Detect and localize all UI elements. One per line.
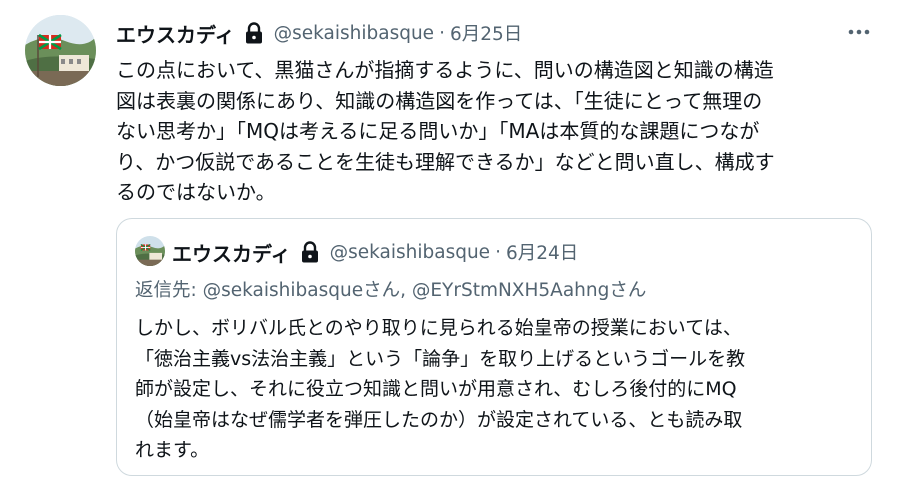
replying-prefix: 返信先: — [135, 280, 203, 301]
tweet-date[interactable]: 6月25日 — [450, 20, 522, 46]
separator-dot: · — [495, 241, 501, 263]
separator-dot: · — [439, 22, 445, 44]
tweet-text-line: この点において、黒猫さんが指摘するように、問いの構造図と知識の構造 — [116, 58, 774, 82]
tweet-text-line: るのではないか。 — [116, 180, 276, 205]
quoted-author-name[interactable]: エウスカディ — [172, 238, 291, 267]
honorific-suffix: さん, — [363, 280, 412, 301]
tweet-text-line: り、かつ仮説であることを生徒も理解できるか」などと問い直し、構成す — [116, 149, 775, 174]
author-handle[interactable]: @sekaishibasque — [274, 23, 434, 44]
basque-flag-avatar-icon — [25, 15, 96, 86]
quoted-text-line: れます。 — [135, 439, 210, 461]
replying-user-link[interactable]: @EYrStmNXH5Aahng — [412, 280, 610, 301]
tweet-text-line: ない思考か」「MQは考えるに足る問いか」「MAは本質的な課題につなが — [116, 119, 760, 144]
quoted-text: しかし、ボリバル氏とのやり取りに見られる始皇帝の授業においては、 「徳治主義vs法… — [135, 313, 865, 466]
honorific-suffix: さん — [609, 280, 647, 301]
more-options-icon[interactable] — [844, 18, 874, 46]
tweet-header: エウスカディ @sekaishibasque · 6月25日 — [116, 18, 522, 48]
tweet-text-line: 図は表裏の関係にあり、知識の構造図を作っては、「生徒にとって無理の — [116, 88, 763, 113]
tweet[interactable]: エウスカディ @sekaishibasque · 6月25日 この点において、黒… — [0, 0, 916, 486]
lock-icon — [243, 21, 265, 45]
lock-icon — [299, 240, 321, 264]
quoted-date[interactable]: 6月24日 — [506, 239, 578, 265]
author-name[interactable]: エウスカディ — [116, 19, 235, 48]
replying-user-link[interactable]: @sekaishibasque — [203, 280, 363, 301]
quoted-header: エウスカディ @sekaishibasque · 6月24日 — [172, 237, 578, 267]
quoted-text-line: 「徳治主義vs法治主義」という「論争」を取り上げるというゴールを教 — [135, 347, 746, 370]
quoted-tweet[interactable]: エウスカディ @sekaishibasque · 6月24日 返信先: @sek… — [116, 218, 872, 476]
basque-flag-avatar-icon — [135, 236, 165, 266]
quoted-text-line: （始皇帝はなぜ儒学者を弾圧したのか）が設定されている、とも読み取 — [135, 408, 743, 431]
quoted-avatar[interactable] — [135, 236, 165, 266]
tweet-text: この点において、黒猫さんが指摘するように、問いの構造図と知識の構造 図は表裏の関係… — [116, 55, 886, 208]
quoted-text-line: 師が設定し、それに役立つ知識と問いが用意され、むしろ後付的にMQ — [135, 378, 737, 400]
quoted-author-handle[interactable]: @sekaishibasque — [330, 242, 490, 263]
replying-to: 返信先: @sekaishibasqueさん, @EYrStmNXH5Aahng… — [135, 276, 646, 302]
quoted-text-line: しかし、ボリバル氏とのやり取りに見られる始皇帝の授業においては、 — [135, 317, 742, 339]
avatar[interactable] — [25, 15, 96, 86]
